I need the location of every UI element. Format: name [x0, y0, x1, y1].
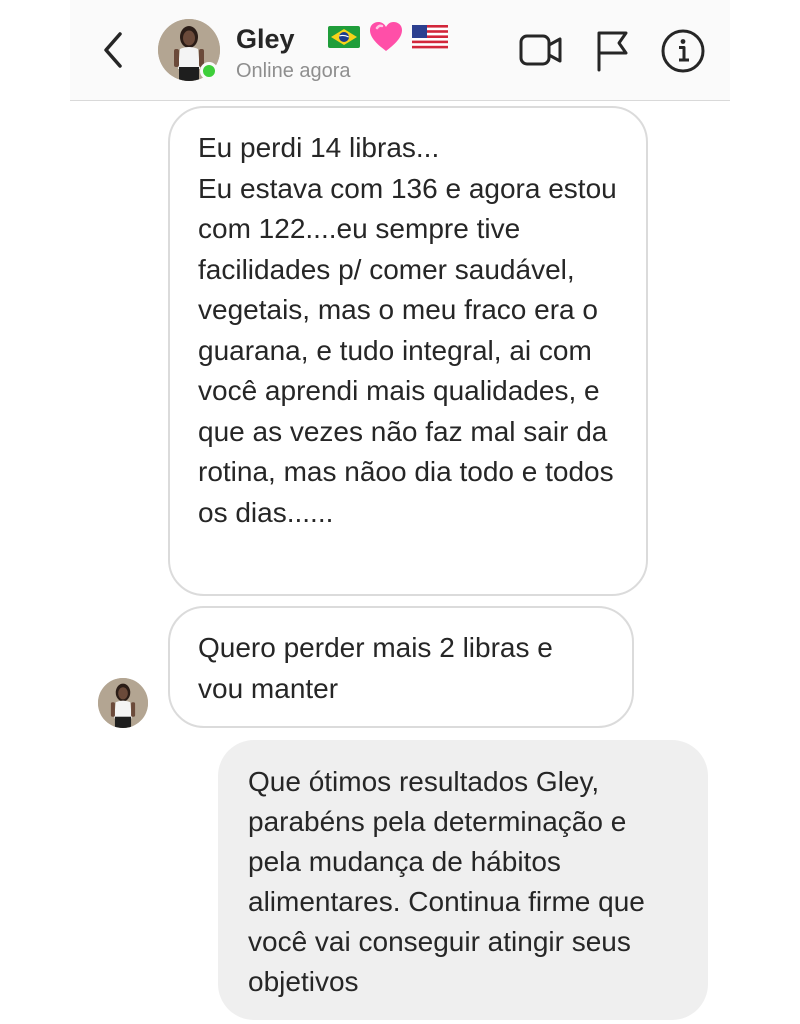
contact-avatar[interactable] — [158, 19, 220, 81]
info-icon[interactable] — [660, 28, 706, 74]
incoming-message-bubble[interactable]: Eu perdi 14 libras... Eu estava com 136 … — [168, 106, 648, 596]
contact-name: Gley — [236, 24, 295, 54]
sender-avatar[interactable] — [98, 678, 148, 728]
name-emojis — [300, 20, 448, 54]
contact-status: Online agora — [236, 60, 351, 82]
pink-heart-icon — [370, 22, 402, 51]
back-chevron-icon[interactable] — [98, 28, 128, 72]
chat-screen: Gley Online agora Eu perdi 14 libras... … — [70, 0, 730, 1024]
online-status-dot — [200, 62, 218, 80]
report-flag-icon[interactable] — [594, 28, 630, 72]
usa-flag-icon — [412, 25, 448, 49]
video-call-icon[interactable] — [518, 32, 564, 68]
chat-header: Gley Online agora — [70, 0, 730, 101]
outgoing-message-bubble[interactable]: Que ótimos resultados Gley, parabéns pel… — [218, 740, 708, 1020]
incoming-message-bubble[interactable]: Quero perder mais 2 libras e vou manter — [168, 606, 634, 728]
brazil-flag-icon — [328, 26, 360, 48]
